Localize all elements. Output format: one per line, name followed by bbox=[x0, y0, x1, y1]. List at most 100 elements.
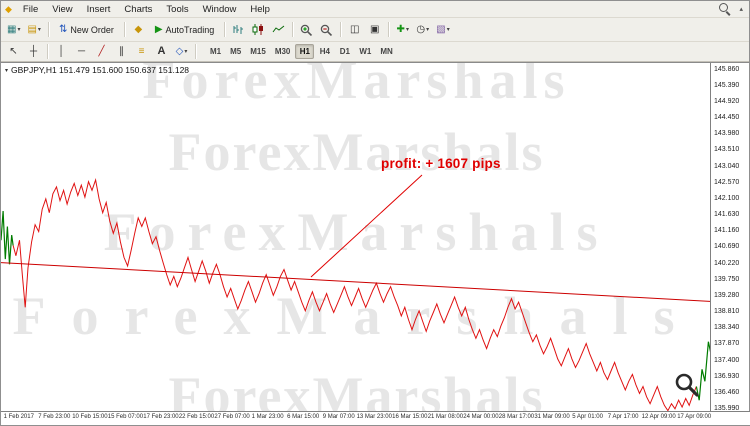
crosshair-button[interactable]: ┼ bbox=[24, 42, 43, 61]
time-axis-label: 28 Mar 17:00 bbox=[498, 414, 535, 420]
price-axis-label: 138.810 bbox=[714, 308, 740, 316]
menu-file[interactable]: File bbox=[16, 3, 45, 16]
toolbar-separator bbox=[292, 22, 294, 37]
new-chart-button[interactable]: ▦ ▾ bbox=[4, 20, 23, 39]
time-axis-label: 6 Mar 15:00 bbox=[287, 414, 320, 420]
symbol-ohlc-text: GBPJPY,H1 151.479 151.600 150.637 151.12… bbox=[11, 65, 190, 75]
time-axis-label: 7 Feb 23:00 bbox=[38, 414, 71, 420]
menu-charts[interactable]: Charts bbox=[117, 3, 159, 16]
timeframe-m30[interactable]: M30 bbox=[271, 44, 295, 59]
channel-button[interactable]: ∥ bbox=[112, 42, 131, 61]
bar-chart-icon bbox=[233, 25, 244, 34]
price-axis-label: 138.340 bbox=[714, 324, 740, 332]
horizontal-line-button[interactable]: ─ bbox=[72, 42, 91, 61]
timeframe-m5[interactable]: M5 bbox=[226, 44, 245, 59]
price-axis-label: 141.160 bbox=[714, 227, 740, 235]
chevron-down-icon: ▾ bbox=[405, 27, 409, 33]
time-axis-label: 1 Feb 2017 bbox=[3, 414, 34, 420]
price-axis-label: 139.280 bbox=[714, 291, 740, 299]
price-axis-label: 142.570 bbox=[714, 178, 740, 186]
toolbar-separator bbox=[47, 22, 49, 37]
price-axis-label: 145.860 bbox=[714, 65, 740, 73]
horizontal-line-icon: ─ bbox=[77, 45, 86, 57]
text-icon: A bbox=[157, 45, 166, 57]
descending-trendline[interactable] bbox=[1, 262, 712, 302]
timeframe-group: M1 M5 M15 M30 H1 H4 D1 W1 MN bbox=[206, 44, 397, 59]
time-axis-label: 7 Apr 17:00 bbox=[607, 414, 639, 420]
time-axis-label: 10 Feb 15:00 bbox=[72, 414, 108, 420]
timeframe-w1[interactable]: W1 bbox=[355, 44, 375, 59]
profit-annotation[interactable]: profit: + 1607 pips bbox=[381, 156, 501, 171]
cursor-button[interactable]: ↖ bbox=[4, 42, 23, 61]
trendline-icon: ╱ bbox=[98, 45, 105, 57]
crosshair-icon: ┼ bbox=[29, 45, 38, 57]
new-order-button[interactable]: ⇅ New Order bbox=[53, 20, 120, 39]
clock-icon: ◷ bbox=[416, 23, 426, 35]
price-axis-label: 143.980 bbox=[714, 130, 740, 138]
magnifier-cursor-icon bbox=[675, 373, 699, 397]
time-axis-label: 1 Mar 23:00 bbox=[251, 414, 284, 420]
shapes-button[interactable]: ◇ ▾ bbox=[172, 42, 191, 61]
chart-canvas bbox=[1, 174, 712, 412]
timeframe-mn[interactable]: MN bbox=[376, 44, 396, 59]
expert-advisors-button[interactable]: ◆ bbox=[129, 20, 148, 39]
bar-chart-button[interactable] bbox=[229, 20, 248, 39]
periods-button[interactable]: ◷ ▾ bbox=[413, 20, 432, 39]
chart-plot[interactable]: ForexMarshals ForexMarshals ForexMarshal… bbox=[1, 63, 712, 414]
menu-insert[interactable]: Insert bbox=[80, 3, 118, 16]
menu-help[interactable]: Help bbox=[243, 3, 277, 16]
search-icon[interactable] bbox=[719, 3, 731, 15]
price-axis-label: 139.750 bbox=[714, 275, 740, 283]
text-label-button[interactable]: A bbox=[152, 42, 171, 61]
indicators-button[interactable]: ✚ ▾ bbox=[393, 20, 412, 39]
mt4-window: ◆ File View Insert Charts Tools Window H… bbox=[0, 0, 750, 426]
menu-window[interactable]: Window bbox=[196, 3, 244, 16]
chevron-down-icon: ▾ bbox=[17, 27, 21, 33]
new-chart-icon: ▦ bbox=[7, 23, 17, 35]
play-icon: ▶ bbox=[154, 23, 163, 35]
line-chart-button[interactable] bbox=[269, 20, 288, 39]
zoom-in-button[interactable] bbox=[297, 20, 316, 39]
menu-view[interactable]: View bbox=[45, 3, 79, 16]
autotrading-button[interactable]: ▶ AutoTrading bbox=[149, 20, 220, 39]
toolbar-separator bbox=[123, 22, 125, 37]
price-axis[interactable]: 145.860 145.390 144.920 144.450 143.980 143.5… bbox=[710, 63, 749, 414]
time-axis[interactable]: 1 Feb 2017 7 Feb 23:00 10 Feb 15:00 15 Feb … bbox=[1, 411, 750, 425]
chevron-down-icon: ▾ bbox=[446, 27, 450, 33]
zoom-out-button[interactable] bbox=[317, 20, 336, 39]
templates-button[interactable]: ▧ ▾ bbox=[433, 20, 452, 39]
cursor-icon: ↖ bbox=[9, 45, 18, 57]
timeframe-d1[interactable]: D1 bbox=[335, 44, 354, 59]
chevron-down-icon: ▾ bbox=[426, 27, 430, 33]
time-axis-label: 24 Mar 00:00 bbox=[463, 414, 499, 420]
chevron-down-icon: ▾ bbox=[37, 27, 41, 33]
timeframe-h4[interactable]: H4 bbox=[315, 44, 334, 59]
cascade-windows-button[interactable]: ▣ bbox=[365, 20, 384, 39]
tile-windows-button[interactable]: ◫ bbox=[345, 20, 364, 39]
expert-advisors-icon: ◆ bbox=[134, 23, 143, 35]
price-axis-label: 140.220 bbox=[714, 259, 740, 267]
toolbar-separator bbox=[47, 44, 48, 59]
price-axis-label: 144.450 bbox=[714, 114, 740, 122]
channel-icon: ∥ bbox=[119, 45, 124, 57]
collapse-toolbar-icon[interactable]: ▴ bbox=[739, 5, 743, 13]
vertical-line-button[interactable]: │ bbox=[52, 42, 71, 61]
symbol-marker-icon: ▾ bbox=[5, 67, 9, 74]
time-axis-label: 17 Apr 09:00 bbox=[677, 414, 712, 420]
fibonacci-button[interactable]: ≡ bbox=[132, 42, 151, 61]
trendline-button[interactable]: ╱ bbox=[92, 42, 111, 61]
menu-tools[interactable]: Tools bbox=[159, 3, 195, 16]
zoom-out-icon bbox=[321, 24, 333, 36]
price-axis-label: 141.630 bbox=[714, 211, 740, 219]
profiles-button[interactable]: ▤ ▾ bbox=[24, 20, 43, 39]
timeframe-m15[interactable]: M15 bbox=[246, 44, 270, 59]
fibonacci-icon: ≡ bbox=[138, 45, 145, 57]
candlestick-chart-button[interactable] bbox=[249, 20, 268, 39]
cascade-windows-icon: ▣ bbox=[370, 23, 380, 35]
chart-region: ForexMarshals ForexMarshals ForexMarshal… bbox=[1, 62, 750, 425]
standard-toolbar: ▦ ▾ ▤ ▾ ⇅ New Order ◆ ▶ AutoTrading ◫ ▣ … bbox=[1, 18, 749, 42]
time-axis-label: 5 Apr 01:00 bbox=[572, 414, 603, 420]
timeframe-m1[interactable]: M1 bbox=[206, 44, 225, 59]
toolbar-separator bbox=[388, 22, 390, 37]
timeframe-h1[interactable]: H1 bbox=[295, 44, 315, 59]
